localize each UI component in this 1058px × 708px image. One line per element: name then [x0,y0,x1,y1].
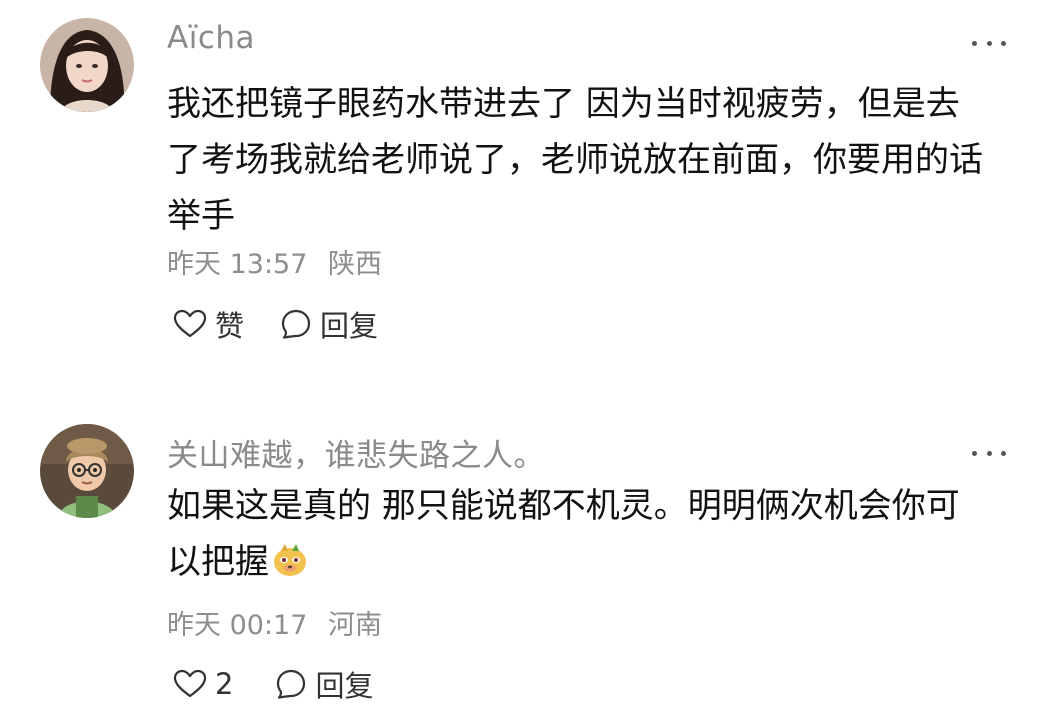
comment-text: 我还把镜子眼药水带进去了 因为当时视疲劳，但是去 了考场我就给老师说了，老师说放… [167,84,983,236]
comment-meta: 昨天 13:57 陕西 [167,242,382,281]
avatar[interactable] [40,424,134,518]
reply-button[interactable]: 回复 [280,303,378,345]
comment-actions: 2 回复 [173,663,373,705]
more-options-icon[interactable] [972,36,1006,50]
reply-button[interactable]: 回复 [275,663,373,705]
heart-icon [173,309,207,338]
username[interactable]: Aïcha [167,20,255,56]
doge-emoji-icon [271,540,309,578]
cartoon-boy-avatar-icon [40,424,134,518]
like-count: 2 [215,667,234,701]
reply-label: 回复 [315,669,374,703]
username[interactable]: 关山难越，谁悲失路之人。 [167,430,545,475]
comment-bubble-icon [277,669,306,699]
like-button[interactable]: 赞 [173,303,244,345]
comment-text: 如果这是真的 那只能说都不机灵。明明俩次机会你可 以把握 [167,478,1017,590]
reply-label: 回复 [320,309,379,343]
woman-portrait-avatar-icon [40,18,134,112]
location: 陕西 [328,249,382,280]
avatar[interactable] [40,18,134,112]
like-label: 赞 [215,309,245,343]
comment-actions: 赞 回复 [173,303,378,345]
comment-meta: 昨天 00:17 河南 [167,603,382,642]
more-options-icon[interactable] [972,446,1006,460]
heart-icon [173,669,207,698]
comment-bubble-icon [281,309,311,339]
comment-card: 关山难越，谁悲失路之人。 如果这是真的 那只能说都不机灵。明明俩次机会你可 以把… [0,410,1058,708]
timestamp: 昨天 13:57 [167,249,308,280]
location: 河南 [328,610,382,641]
comment-card: Aïcha 我还把镜子眼药水带进去了 因为当时视疲劳，但是去 了考场我就给老师说… [0,0,1058,360]
timestamp: 昨天 00:17 [167,610,308,641]
like-button[interactable]: 2 [173,667,233,701]
